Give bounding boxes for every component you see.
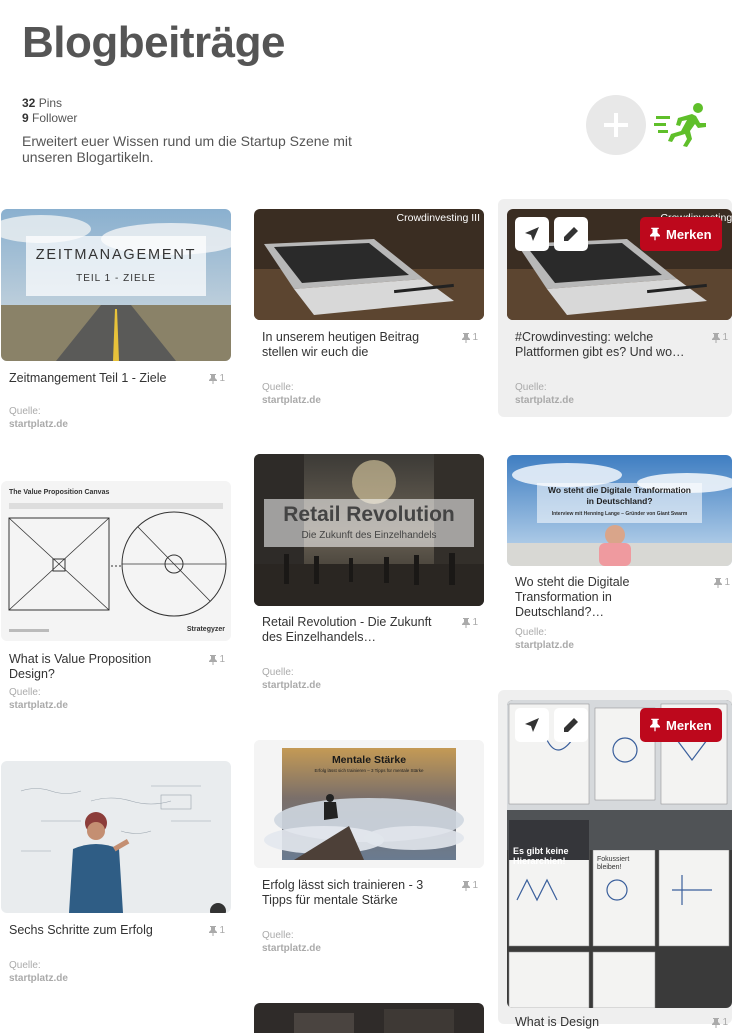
pin-image[interactable]: Es gibt keine Hierarchien! Fokussiert bl… [507, 700, 732, 1008]
pin-title[interactable]: Erfolg lässt sich trainieren - 3 Tipps f… [262, 878, 447, 908]
save-button[interactable]: Merken [640, 217, 722, 251]
pushpin-icon [209, 925, 218, 936]
pin-image-subtitle: Erfolg lässt sich trainieren – 3 Tipps f… [314, 768, 424, 773]
repin-count: 1 [462, 617, 478, 628]
repin-count: 1 [209, 373, 225, 384]
followers-count-link[interactable]: 9 Follower [22, 111, 77, 126]
pin-image-title: Mentale Stärke [331, 754, 407, 766]
pushpin-icon [209, 373, 218, 384]
source-domain[interactable]: startplatz.de [9, 973, 68, 985]
pin-image[interactable] [254, 1003, 484, 1033]
source-label: Quelle: [262, 382, 294, 393]
pin-image[interactable] [1, 761, 231, 913]
pin-card-hovered[interactable]: Crowdinvesting I Merken #Crowdinvesting:… [498, 199, 732, 417]
pin-image-sign-fokussiert: Fokussiert bleiben! [597, 856, 630, 871]
pin-card[interactable]: Crowdinvesting III In unserem heutigen B… [254, 209, 484, 409]
save-button[interactable]: Merken [640, 708, 722, 742]
source-label: Quelle: [262, 930, 294, 941]
board-description: Erweitert euer Wissen rund um die Startu… [22, 133, 352, 165]
source-label: Quelle: [515, 627, 547, 638]
pin-image[interactable]: Wo steht die Digitale Tranformation in D… [507, 455, 732, 566]
repin-count: 1 [209, 654, 225, 665]
repin-count: 1 [712, 1017, 728, 1028]
pin-image-sign-hierarchien: Es gibt keine Hierarchien! [513, 846, 569, 866]
source-domain[interactable]: startplatz.de [9, 419, 68, 431]
pin-card[interactable]: Sechs Schritte zum Erfolg 1 Quelle: star… [1, 761, 231, 991]
repin-count: 1 [462, 880, 478, 891]
pin-image[interactable]: The Value Proposition Canvas Strategyzer [1, 481, 231, 641]
source-label: Quelle: [9, 687, 41, 698]
source-domain[interactable]: startplatz.de [515, 640, 574, 652]
add-pin-button[interactable] [586, 95, 646, 155]
send-icon [525, 718, 539, 732]
pin-image-subtitle: Die Zukunft des Einzelhandels [301, 530, 437, 541]
source-domain[interactable]: startplatz.de [515, 395, 574, 407]
board-title: Blogbeiträge [22, 18, 285, 67]
pin-card-hovered[interactable]: Es gibt keine Hierarchien! Fokussiert bl… [498, 690, 732, 1029]
source-label: Quelle: [262, 667, 294, 678]
pin-image-title: Wo steht die Digitale Tranformation in D… [548, 485, 691, 506]
source-label: Quelle: [9, 406, 41, 417]
board-stats: 32 Pins 9 Follower [22, 96, 77, 126]
edit-button[interactable] [554, 217, 588, 251]
pin-image[interactable]: Crowdinvesting III [254, 209, 484, 320]
pin-card[interactable]: The Value Proposition Canvas Strategyzer… [1, 481, 231, 716]
pin-title[interactable]: Retail Revolution - Die Zukunft des Einz… [262, 615, 447, 645]
source-domain[interactable]: startplatz.de [9, 700, 68, 712]
pushpin-icon [650, 718, 660, 732]
pins-count-link[interactable]: 32 Pins [22, 96, 77, 111]
send-button[interactable] [515, 217, 549, 251]
repin-count: 1 [462, 332, 478, 343]
pin-image-title: ZEITMANAGEMENT [35, 247, 197, 263]
pushpin-icon [712, 332, 721, 343]
running-man-icon [654, 103, 706, 147]
pushpin-icon [462, 880, 471, 891]
pin-image-subtitle: TEIL 1 - ZIELE [76, 273, 156, 284]
pin-title[interactable]: Zeitmangement Teil 1 - Ziele [9, 371, 194, 386]
source-label: Quelle: [515, 382, 547, 393]
pushpin-icon [714, 577, 723, 588]
repin-count: 1 [209, 925, 225, 936]
pencil-icon [564, 227, 578, 241]
pushpin-icon [462, 617, 471, 628]
pin-image[interactable]: ZEITMANAGEMENT TEIL 1 - ZIELE [1, 209, 231, 361]
pin-card-partial[interactable] [254, 1003, 484, 1033]
pin-title[interactable]: Sechs Schritte zum Erfolg [9, 923, 194, 938]
pin-image[interactable]: Retail Revolution Die Zukunft des Einzel… [254, 454, 484, 606]
pushpin-icon [209, 654, 218, 665]
pin-title[interactable]: #Crowdinvesting: welche Plattformen gibt… [515, 330, 700, 360]
profile-avatar[interactable] [654, 100, 712, 148]
send-icon [525, 227, 539, 241]
pin-image-title: The Value Proposition Canvas [9, 489, 110, 496]
pin-card[interactable]: ZEITMANAGEMENT TEIL 1 - ZIELE Zeitmangem… [1, 209, 231, 439]
pin-title[interactable]: What is Design [515, 1015, 700, 1030]
source-label: Quelle: [9, 960, 41, 971]
pencil-icon [564, 718, 578, 732]
repin-count: 1 [714, 577, 730, 588]
plus-icon [604, 113, 628, 137]
pin-title[interactable]: Wo steht die Digitale Transformation in … [515, 575, 700, 620]
pin-title[interactable]: In unserem heutigen Beitrag stellen wir … [262, 330, 447, 360]
pin-image[interactable]: Mentale Stärke Erfolg lässt sich trainie… [254, 740, 484, 868]
edit-button[interactable] [554, 708, 588, 742]
send-button[interactable] [515, 708, 549, 742]
pin-card[interactable]: Retail Revolution Die Zukunft des Einzel… [254, 454, 484, 696]
pin-image-subtitle: Interview mit Henning Lange – Gründer vo… [551, 511, 688, 517]
pin-card[interactable]: Mentale Stärke Erfolg lässt sich trainie… [254, 740, 484, 960]
pin-card[interactable]: Wo steht die Digitale Tranformation in D… [507, 455, 732, 655]
pin-title[interactable]: What is Value Proposition Design? [9, 652, 194, 682]
pin-image-title: Retail Revolution [283, 503, 455, 526]
source-domain[interactable]: startplatz.de [262, 943, 321, 955]
pushpin-icon [462, 332, 471, 343]
repin-count: 1 [712, 332, 728, 343]
pushpin-icon [650, 227, 660, 241]
pushpin-icon [712, 1017, 721, 1028]
source-domain[interactable]: startplatz.de [262, 395, 321, 407]
pin-image-label: Crowdinvesting III [396, 212, 480, 224]
pin-image-brand: Strategyzer [186, 626, 225, 633]
source-domain[interactable]: startplatz.de [262, 680, 321, 692]
